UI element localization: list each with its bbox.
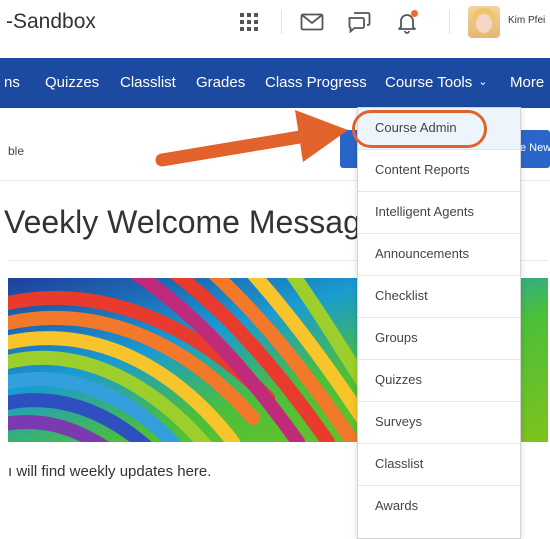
menu-item-label: Intelligent Agents: [375, 204, 475, 219]
bell-icon[interactable]: [392, 8, 422, 36]
chevron-down-icon: ⌄: [478, 76, 488, 88]
menu-item-announcements[interactable]: Announcements: [358, 234, 520, 276]
menu-item-groups[interactable]: Groups: [358, 318, 520, 360]
mail-icon[interactable]: [297, 8, 327, 36]
page-title: Veekly Welcome Messag: [4, 204, 361, 240]
nav-item-class-progress[interactable]: Class Progress: [265, 74, 367, 91]
nav-item-lessons[interactable]: ns: [4, 74, 20, 91]
notification-dot: [411, 10, 418, 17]
create-new-label: e New: [520, 142, 550, 154]
course-title[interactable]: -Sandbox: [6, 10, 96, 34]
course-tools-dropdown: Course Admin Content Reports Intelligent…: [357, 107, 521, 539]
grid-icon[interactable]: [234, 8, 264, 36]
menu-item-label: Checklist: [375, 288, 428, 303]
highlight-annotation: [352, 110, 487, 148]
menu-item-label: Content Reports: [375, 162, 470, 177]
menu-item-content-reports[interactable]: Content Reports: [358, 150, 520, 192]
menu-item-label: Classlist: [375, 456, 424, 471]
nav-item-more[interactable]: More: [510, 74, 544, 91]
nav-item-course-tools[interactable]: Course Tools ⌄: [385, 74, 488, 91]
menu-item-classlist[interactable]: Classlist: [358, 444, 520, 486]
menu-item-checklist[interactable]: Checklist: [358, 276, 520, 318]
user-name[interactable]: Kim Pfei: [508, 15, 545, 26]
menu-item-surveys[interactable]: Surveys: [358, 402, 520, 444]
menu-item-label: Surveys: [375, 414, 422, 429]
menu-item-label: Announcements: [375, 246, 469, 261]
menu-item-label: Awards: [375, 498, 419, 513]
menu-item-intelligent-agents[interactable]: Intelligent Agents: [358, 192, 520, 234]
nav-item-quizzes[interactable]: Quizzes: [45, 74, 99, 91]
separator: [281, 10, 282, 34]
chat-icon[interactable]: [344, 8, 374, 36]
top-header: -Sandbox Kim Pfei: [0, 0, 550, 58]
menu-item-label: Quizzes: [375, 372, 422, 387]
course-navbar: ns Quizzes Classlist Grades Class Progre…: [0, 58, 550, 108]
nav-item-classlist[interactable]: Classlist: [120, 74, 176, 91]
menu-item-label: Groups: [375, 330, 418, 345]
welcome-body-text: ı will find weekly updates here.: [8, 463, 212, 480]
menu-item-quizzes[interactable]: Quizzes: [358, 360, 520, 402]
menu-item-awards[interactable]: Awards: [358, 486, 520, 527]
nav-item-grades[interactable]: Grades: [196, 74, 245, 91]
course-tools-label: Course Tools: [385, 74, 473, 91]
avatar[interactable]: [468, 6, 500, 38]
separator: [449, 10, 450, 34]
toolbar-text: ble: [8, 144, 25, 158]
